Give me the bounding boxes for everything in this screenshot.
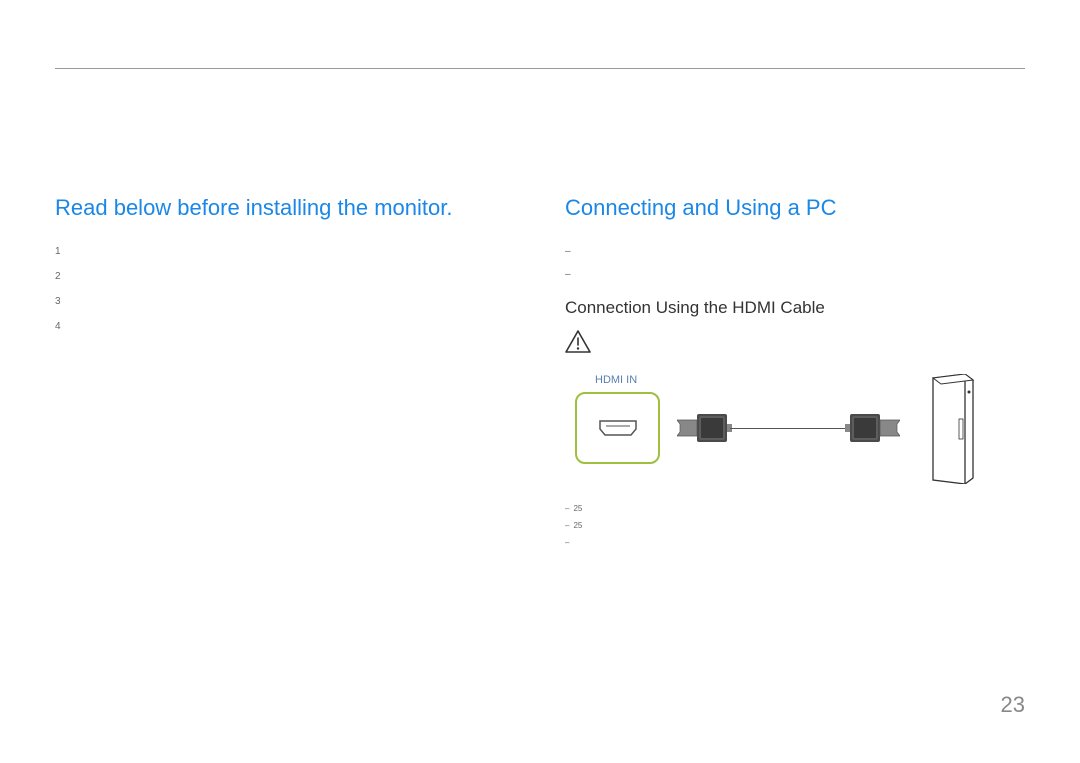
hdmi-slot-icon (598, 419, 638, 437)
list-item: 4 (55, 321, 515, 332)
list-item: 1 (55, 246, 515, 257)
list-item: 2 (55, 271, 515, 282)
left-heading: Read below before installing the monitor… (55, 195, 515, 221)
left-column: Read below before installing the monitor… (55, 195, 515, 555)
hdmi-port-box (575, 392, 660, 464)
list-item: 3 (55, 296, 515, 307)
page-number: 23 (1001, 692, 1025, 718)
warning-triangle-icon (565, 330, 591, 354)
footnote-item (565, 538, 1025, 547)
right-heading: Connecting and Using a PC (565, 195, 1025, 221)
numbered-list: 1 2 3 4 (55, 246, 515, 332)
pc-tower-icon (923, 374, 975, 484)
subheading: Connection Using the HDMI Cable (565, 298, 1025, 318)
horizontal-divider (55, 68, 1025, 69)
port-label: HDMI IN (595, 374, 637, 386)
footnote-item: 25 (565, 521, 1025, 530)
footnote-item: 25 (565, 504, 1025, 513)
warning-row (565, 330, 1025, 354)
content-columns: Read below before installing the monitor… (55, 195, 1025, 555)
connection-diagram: HDMI IN (565, 374, 975, 494)
dash-item (565, 246, 1025, 257)
dash-item (565, 269, 1025, 280)
hdmi-connector-right-icon (845, 406, 900, 450)
dash-list (565, 246, 1025, 280)
hdmi-connector-left-icon (677, 406, 732, 450)
cable-line (730, 428, 848, 429)
footnote-list: 25 25 (565, 504, 1025, 547)
right-column: Connecting and Using a PC Connection Usi… (565, 195, 1025, 555)
